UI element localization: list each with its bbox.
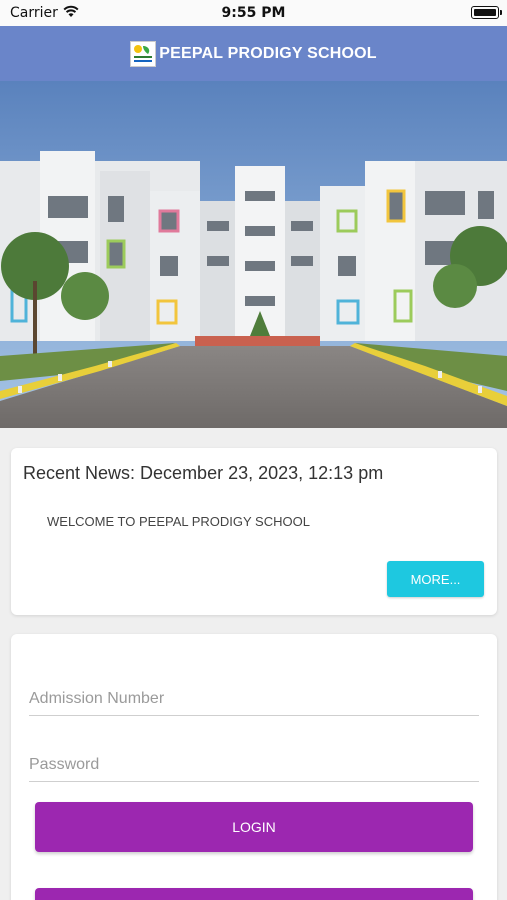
clock: 9:55 PM <box>221 5 286 21</box>
school-building-photo <box>0 81 507 428</box>
app-header: PEEPAL PRODIGY SCHOOL <box>0 26 507 81</box>
more-button[interactable]: MORE... <box>387 561 484 597</box>
school-logo <box>130 40 157 67</box>
login-card: LOGIN <box>11 634 497 900</box>
news-card: Recent News: December 23, 2023, 12:13 pm… <box>11 448 497 615</box>
app-title: PEEPAL PRODIGY SCHOOL <box>159 44 377 62</box>
news-title: Recent News: December 23, 2023, 12:13 pm <box>23 463 384 483</box>
status-bar: Carrier 9:55 PM <box>0 0 507 26</box>
password-input[interactable] <box>29 748 479 782</box>
secondary-action-button[interactable] <box>35 888 473 900</box>
news-item[interactable]: WELCOME TO PEEPAL PRODIGY SCHOOL <box>47 514 310 529</box>
admission-number-input[interactable] <box>29 682 479 716</box>
login-button[interactable]: LOGIN <box>35 802 473 852</box>
battery-icon <box>471 6 502 19</box>
